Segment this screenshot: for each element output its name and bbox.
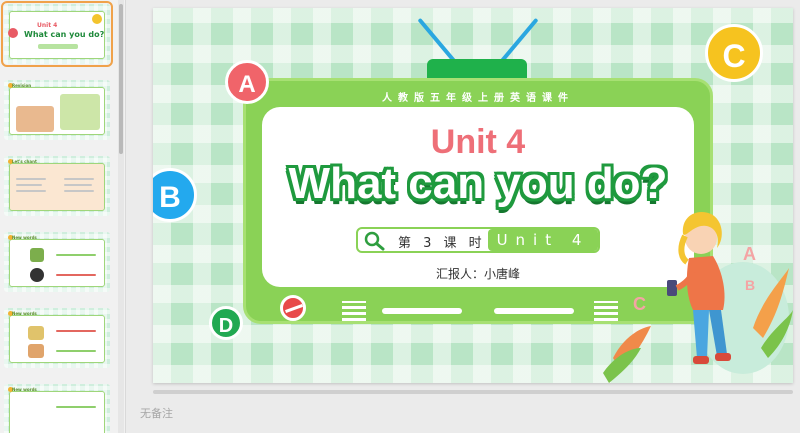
thumbnail-text-line — [56, 330, 96, 332]
thumbnail-text-line — [56, 254, 96, 256]
letter-c-bubble: C — [705, 24, 763, 82]
antenna-left — [417, 17, 457, 64]
thumbnail-text-line — [64, 178, 94, 180]
notes-field[interactable]: 无备注 — [140, 405, 173, 421]
thumbnail-illustration — [28, 344, 44, 358]
thumbnail-letter-c-icon — [92, 14, 102, 24]
thumbnail-scrollbar[interactable] — [118, 0, 124, 433]
thumbnail-text-line — [56, 274, 96, 276]
thumbnail-illustration — [30, 248, 44, 262]
thumbnail-illustration — [30, 268, 44, 282]
thumbnail-text-line — [16, 190, 46, 192]
thumbnail-screen — [9, 239, 105, 287]
thumbnail-screen — [9, 163, 105, 211]
thumbnail-header: New words — [12, 387, 37, 392]
slide-thumbnail-3[interactable]: Let's chant — [4, 156, 110, 216]
scrollbar-thumb[interactable] — [119, 4, 123, 154]
slide-thumbnail-6[interactable]: New words — [4, 384, 110, 433]
speaker-grille-icon — [342, 301, 366, 321]
svg-text:B: B — [745, 277, 755, 293]
thumbnail-header: New words — [12, 311, 37, 316]
thumbnail-screen — [9, 391, 105, 433]
course-band: 人教版五年级上册英语课件 — [382, 93, 574, 104]
thumbnail-title-unit: Unit 4 — [37, 22, 58, 29]
slide-canvas[interactable]: 人教版五年级上册英语课件 Unit 4 What can you do? 第 3… — [153, 8, 793, 383]
search-icon — [364, 231, 385, 251]
slide-thumbnail-panel[interactable]: Unit 4 What can you do? Revision Let's c… — [0, 0, 126, 433]
thumbnail-text-line — [56, 350, 96, 352]
thumbnail-illustration — [16, 106, 54, 132]
thumbnail-text-line — [56, 406, 96, 408]
thumbnail-header: Revision — [12, 83, 32, 88]
letter-a-bubble: A — [225, 60, 269, 104]
power-knob-icon — [280, 295, 306, 321]
thumbnail-text-line — [64, 190, 94, 192]
thumbnail-illustration — [28, 326, 44, 340]
slide-thumbnail-4[interactable]: New words — [4, 232, 110, 292]
antenna-right — [499, 17, 539, 64]
tv-bottom-bar — [382, 308, 462, 314]
thumbnail-screen — [9, 315, 105, 363]
thumbnail-badge — [38, 44, 78, 49]
tv-top-block — [427, 59, 527, 79]
tv-bottom-bar — [494, 308, 574, 314]
lesson-number: 第 3 课 时 — [398, 236, 486, 251]
presentation-editor: Unit 4 What can you do? Revision Let's c… — [0, 0, 800, 433]
thumbnail-text-line — [16, 178, 46, 180]
unit-title[interactable]: Unit 4 — [262, 123, 694, 162]
thumbnail-header: Let's chant — [12, 159, 37, 164]
svg-text:C: C — [633, 294, 646, 314]
slide-thumbnail-1[interactable]: Unit 4 What can you do? — [1, 1, 113, 67]
letter-d-bubble: D — [209, 306, 243, 340]
thumbnail-text-line — [16, 184, 42, 186]
girl-illustration: A B C — [603, 212, 793, 383]
slide-thumbnail-2[interactable]: Revision — [4, 80, 110, 140]
slide-thumbnail-5[interactable]: New words — [4, 308, 110, 368]
letter-b-bubble: B — [153, 168, 197, 222]
thumbnail-title-main: What can you do? — [24, 30, 105, 39]
thumbnail-illustration — [60, 94, 100, 130]
thumbnail-text-line — [64, 184, 92, 186]
lesson-unit-label: Unit 4 — [488, 229, 598, 251]
svg-text:A: A — [743, 244, 756, 264]
thumbnail-header: New words — [12, 235, 37, 240]
lesson-box[interactable]: 第 3 课 时 Unit 4 — [356, 227, 600, 253]
thumbnail-letter-a-icon — [8, 28, 18, 38]
slide-horizontal-scrollbar[interactable] — [153, 390, 793, 394]
